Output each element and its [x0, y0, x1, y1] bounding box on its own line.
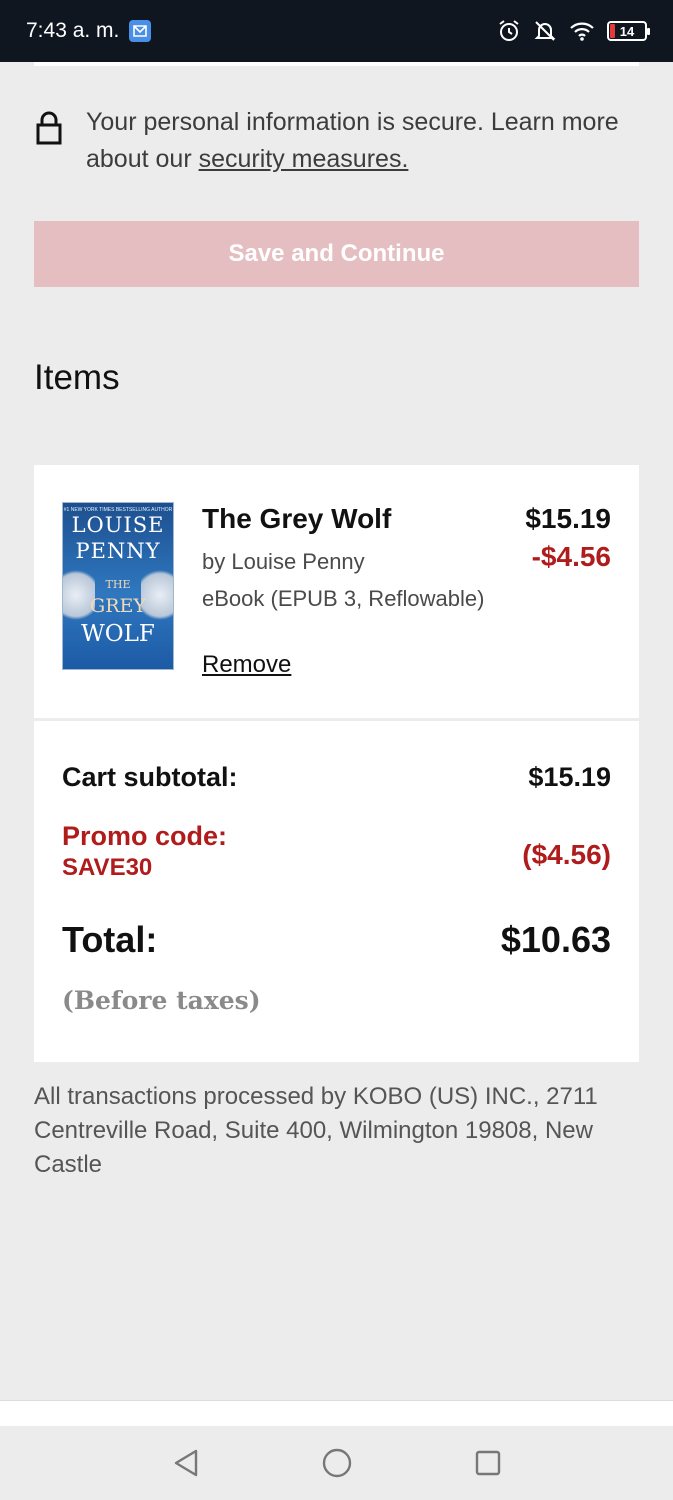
before-taxes-note: (Before taxes): [62, 986, 261, 1015]
order-totals: Cart subtotal: $15.19 Promo code: SAVE30…: [34, 721, 639, 1062]
promo-code-value: SAVE30: [62, 854, 153, 881]
status-time: 7:43 a. m.: [26, 19, 120, 42]
total-value: $10.63: [500, 919, 611, 960]
mail-app-icon: [129, 20, 152, 42]
battery-level: 14: [619, 23, 635, 39]
cover-author-last: PENNY: [75, 539, 161, 563]
notifications-off-icon: [534, 21, 556, 41]
cart-subtotal-value: $15.19: [528, 762, 611, 792]
security-text: Your personal information is secure. Lea…: [86, 104, 639, 178]
cover-title-the: THE: [105, 578, 131, 591]
item-price: $15.19: [525, 503, 611, 534]
security-notice: Your personal information is secure. Lea…: [34, 104, 639, 178]
wifi-icon: [570, 22, 594, 41]
previous-card-edge: [34, 62, 639, 66]
status-right: 14: [497, 19, 650, 43]
total-label: Total:: [62, 919, 158, 960]
system-navigation-bar: [0, 1426, 673, 1500]
battery-icon: 14: [607, 21, 650, 41]
item-author: by Louise Penny: [202, 549, 365, 574]
lock-icon: [36, 111, 62, 145]
item-title[interactable]: The Grey Wolf: [202, 503, 391, 535]
cover-title-wolf: WOLF: [81, 621, 155, 647]
transactions-notice: All transactions processed by KOBO (US) …: [34, 1083, 598, 1178]
recents-square-icon: [475, 1450, 500, 1476]
book-cover-image[interactable]: #1 NEW YORK TIMES BESTSELLING AUTHOR LOU…: [62, 502, 174, 670]
home-circle-icon: [322, 1448, 351, 1478]
cover-author-first: LOUISE: [71, 513, 165, 537]
cover-title-grey: GREY: [90, 595, 146, 617]
items-heading: Items: [34, 358, 120, 397]
save-and-continue-button[interactable]: Save and Continue: [34, 221, 639, 287]
status-left: 7:43 a. m.: [26, 19, 152, 43]
cart-item: #1 NEW YORK TIMES BESTSELLING AUTHOR LOU…: [34, 465, 639, 718]
back-button[interactable]: [166, 1443, 206, 1483]
item-format: eBook (EPUB 3, Reflowable): [202, 586, 485, 611]
status-bar: 7:43 a. m. 14: [0, 0, 673, 62]
back-triangle-icon: [174, 1449, 197, 1477]
promo-discount-value: ($4.56): [522, 839, 611, 870]
item-discount: -$4.56: [531, 541, 611, 572]
security-measures-link[interactable]: security measures.: [199, 145, 409, 173]
remove-item-link[interactable]: Remove: [202, 651, 291, 679]
home-button[interactable]: [317, 1443, 357, 1483]
cart-subtotal-label: Cart subtotal:: [62, 762, 238, 792]
recents-button[interactable]: [468, 1443, 508, 1483]
promo-code-label: Promo code:: [62, 821, 228, 851]
alarm-icon: [499, 20, 519, 41]
bottom-sheet-edge: [0, 1400, 673, 1426]
